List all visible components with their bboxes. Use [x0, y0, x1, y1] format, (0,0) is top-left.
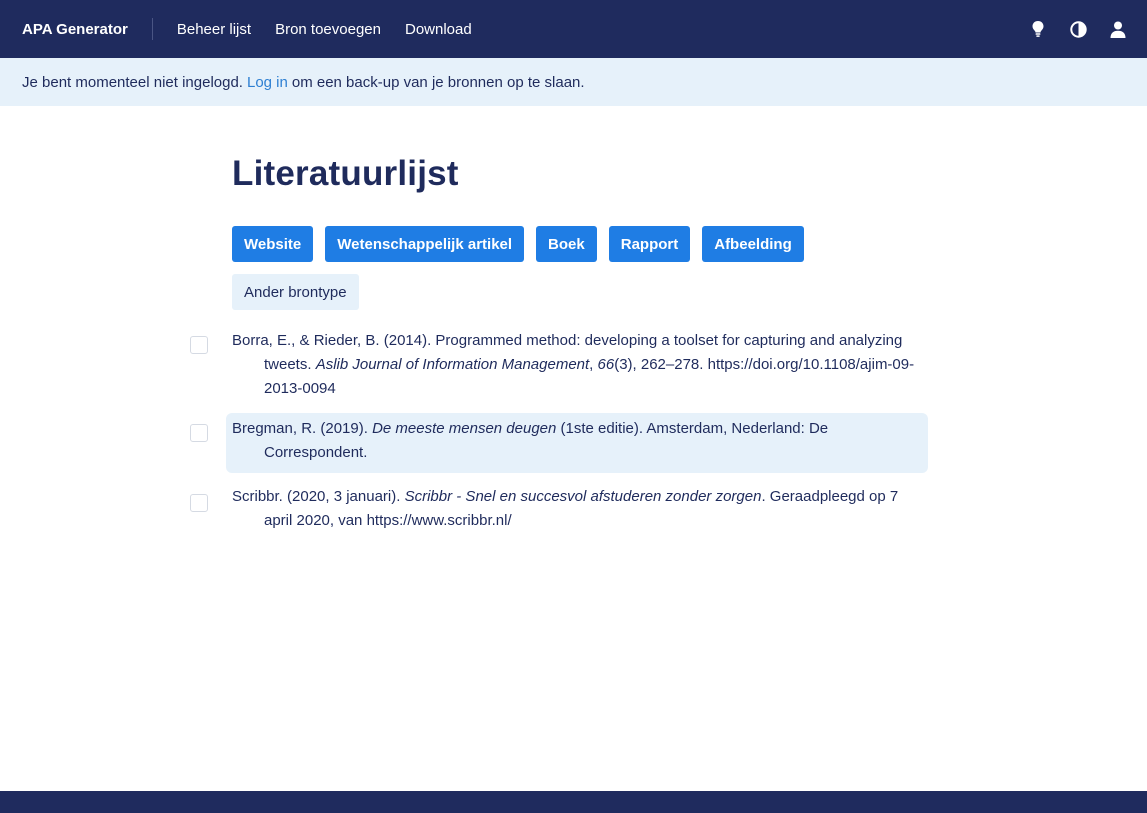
user-icon[interactable] [1109, 20, 1127, 38]
main-nav: Beheer lijst Bron toevoegen Download [177, 21, 472, 38]
scientific-article-button[interactable]: Wetenschappelijk artikel [325, 226, 525, 262]
book-button[interactable]: Boek [536, 226, 597, 262]
reference-text: Bregman, R. (2019). De meeste mensen deu… [232, 420, 829, 461]
reference-checkbox[interactable] [190, 494, 208, 512]
login-link[interactable]: Log in [247, 74, 288, 91]
header-icons [1029, 0, 1127, 58]
reference-item[interactable]: Borra, E., & Rieder, B. (2014). Programm… [190, 329, 930, 401]
other-source-type-button[interactable]: Ander brontype [232, 274, 359, 310]
contrast-icon[interactable] [1069, 20, 1087, 38]
top-navbar: APA Generator Beheer lijst Bron toevoege… [0, 0, 1147, 58]
app-brand[interactable]: APA Generator [0, 21, 152, 38]
other-source-row: Ander brontype [232, 274, 932, 310]
report-button[interactable]: Rapport [608, 226, 691, 262]
nav-divider [151, 18, 153, 40]
main-content: Literatuurlijst Website Wetenschappelijk… [232, 154, 932, 310]
reference-checkbox[interactable] [190, 424, 208, 442]
reference-checkbox[interactable] [190, 336, 208, 354]
reference-list: Borra, E., & Rieder, B. (2014). Programm… [190, 329, 930, 539]
image-button[interactable]: Afbeelding [702, 226, 804, 262]
reference-text: Borra, E., & Rieder, B. (2014). Programm… [232, 332, 915, 397]
nav-bron-toevoegen[interactable]: Bron toevoegen [275, 21, 381, 38]
reference-item[interactable]: Bregman, R. (2019). De meeste mensen deu… [190, 413, 930, 473]
lightbulb-icon[interactable] [1029, 20, 1047, 38]
website-button[interactable]: Website [232, 226, 314, 262]
page-title: Literatuurlijst [232, 154, 459, 193]
nav-download[interactable]: Download [405, 21, 472, 38]
reference-item[interactable]: Scribbr. (2020, 3 januari). Scribbr - Sn… [190, 488, 930, 539]
login-notice: Je bent momenteel niet ingelogd. Log in … [0, 58, 1147, 106]
footer-bar [0, 791, 1147, 813]
login-notice-text: Je bent momenteel niet ingelogd. [22, 73, 243, 91]
reference-text: Scribbr. (2020, 3 januari). Scribbr - Sn… [232, 488, 899, 529]
source-type-buttons: Website Wetenschappelijk artikel Boek Ra… [232, 226, 932, 262]
login-notice-text-after: om een back-up van je bronnen op te slaa… [291, 73, 585, 91]
nav-beheer-lijst[interactable]: Beheer lijst [177, 21, 251, 38]
